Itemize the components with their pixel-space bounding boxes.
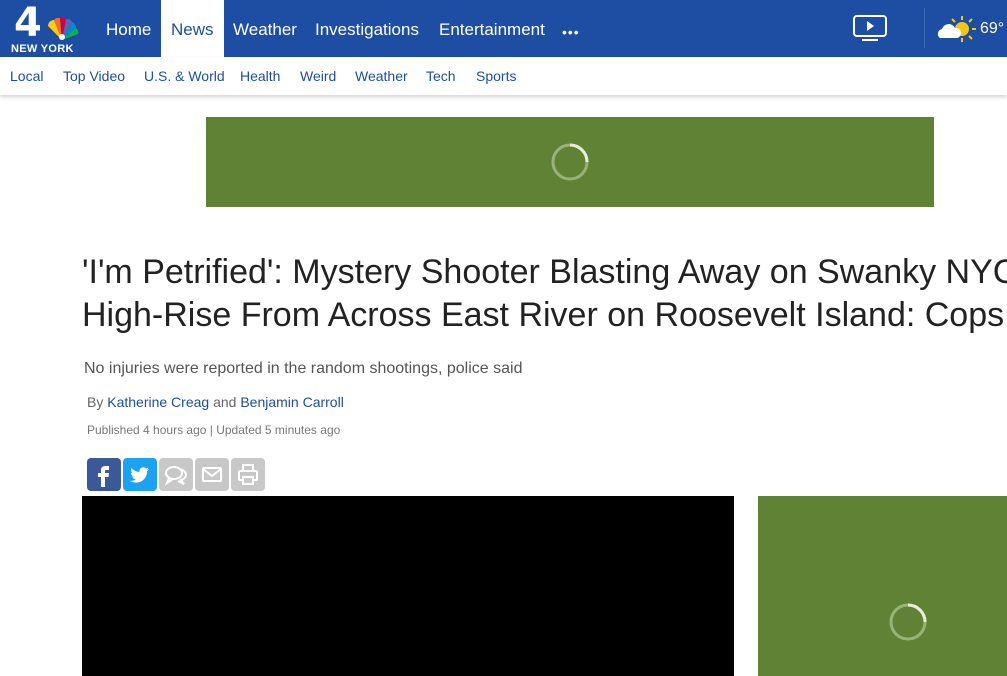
partly-sunny-icon[interactable]: [936, 14, 976, 44]
sub-nav: Local Top Video U.S. & World Health Weir…: [0, 57, 1007, 95]
twitter-icon: [130, 467, 149, 483]
byline-and: and: [213, 394, 237, 410]
tv-play-icon[interactable]: [852, 14, 888, 42]
author-link-2[interactable]: Benjamin Carroll: [240, 394, 343, 410]
nav-news[interactable]: News: [161, 0, 224, 57]
article-dek: No injuries were reported in the random …: [84, 360, 523, 377]
subnav-health[interactable]: Health: [240, 57, 280, 95]
top-ad-banner[interactable]: [206, 117, 934, 207]
loading-spinner-icon: [551, 143, 589, 181]
side-ad[interactable]: [758, 496, 1007, 676]
temperature[interactable]: 69°: [980, 20, 1004, 38]
loading-spinner-icon: [889, 603, 927, 641]
more-menu-icon[interactable]: •••: [562, 24, 580, 40]
subnav-top-video[interactable]: Top Video: [63, 57, 125, 95]
article-headline: 'I'm Petrified': Mystery Shooter Blastin…: [82, 251, 1007, 337]
subnav-tech[interactable]: Tech: [426, 57, 456, 95]
subnav-sports[interactable]: Sports: [476, 57, 516, 95]
subnav-us-world[interactable]: U.S. & World: [144, 57, 225, 95]
logo-number: 4: [14, 0, 42, 46]
author-link-1[interactable]: Katherine Creag: [107, 394, 209, 410]
nav-weather[interactable]: Weather: [223, 0, 307, 57]
byline-prefix: By: [87, 394, 104, 410]
comments-button[interactable]: [159, 458, 193, 491]
email-share-button[interactable]: [195, 458, 229, 491]
video-player[interactable]: [82, 496, 734, 676]
email-icon: [202, 467, 222, 482]
nbc-new-york-logo[interactable]: 4 NEW YORK: [8, 0, 82, 55]
top-nav: 4 NEW YORK Home News Weather Investigati…: [0, 0, 1007, 57]
peacock-icon: [48, 18, 79, 40]
nav-investigations[interactable]: Investigations: [305, 0, 429, 57]
facebook-icon: [98, 466, 109, 487]
nav-divider: [924, 8, 925, 48]
subnav-weird[interactable]: Weird: [300, 57, 336, 95]
subnav-weather[interactable]: Weather: [355, 57, 408, 95]
print-button[interactable]: [231, 458, 265, 491]
print-icon: [238, 464, 258, 485]
facebook-share-button[interactable]: [87, 458, 121, 491]
headline-line-1: 'I'm Petrified': Mystery Shooter Blastin…: [82, 253, 1007, 291]
publish-dates: Published 4 hours ago | Updated 5 minute…: [87, 423, 341, 437]
logo-location: NEW YORK: [11, 43, 74, 55]
twitter-share-button[interactable]: [123, 458, 157, 491]
comments-icon: [164, 466, 188, 486]
byline: By Katherine Creag and Benjamin Carroll: [87, 394, 344, 410]
nav-entertainment[interactable]: Entertainment: [429, 0, 555, 57]
subnav-local[interactable]: Local: [10, 57, 43, 95]
nav-home[interactable]: Home: [96, 0, 161, 57]
headline-line-2: High-Rise From Across East River on Roos…: [82, 296, 1005, 334]
